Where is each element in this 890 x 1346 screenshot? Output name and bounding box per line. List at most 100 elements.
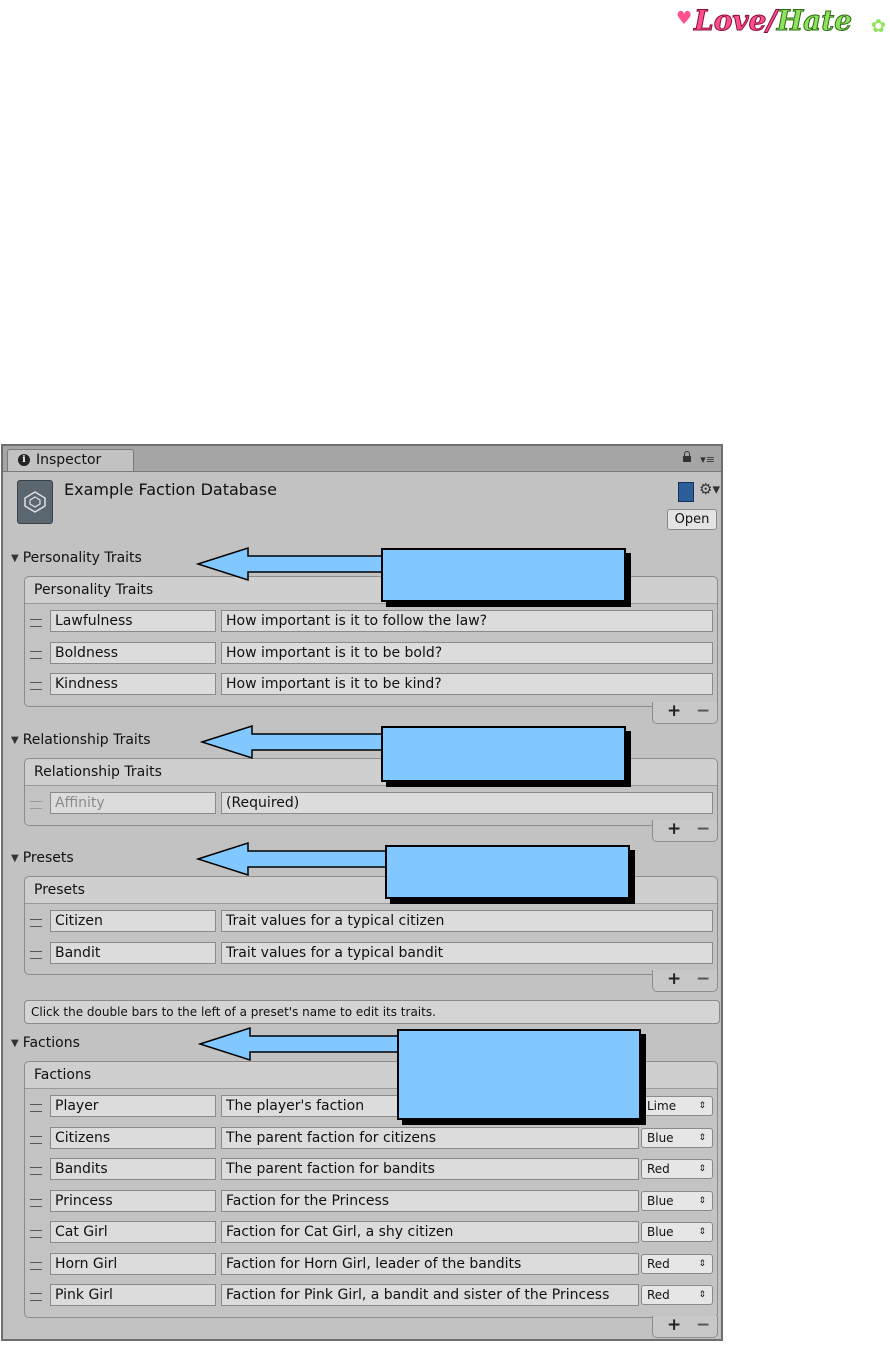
add-remove-controls: + − — [652, 969, 718, 992]
flower-icon: ✿ — [870, 16, 886, 37]
tab-label: Inspector — [36, 452, 102, 468]
drag-handle-icon[interactable] — [30, 1167, 42, 1175]
drag-handle-icon[interactable] — [30, 619, 42, 627]
remove-button[interactable]: − — [696, 1315, 710, 1335]
callout-box — [381, 726, 626, 782]
foldout-arrow-icon: ▼ — [11, 853, 19, 864]
faction-color-select[interactable]: Blue ⇕ — [641, 1127, 713, 1148]
add-button[interactable]: + — [667, 969, 681, 989]
open-button[interactable]: Open — [667, 509, 717, 530]
list-item: Bandit Trait values for a typical bandit — [25, 939, 717, 971]
faction-color-select[interactable]: Blue ⇕ — [641, 1222, 713, 1242]
updown-icon: ⇕ — [698, 1195, 706, 1206]
faction-description-field[interactable]: Faction for the Princess — [221, 1189, 639, 1212]
drag-handle-icon[interactable] — [30, 950, 42, 959]
faction-name-field[interactable]: Horn Girl — [50, 1252, 216, 1275]
drag-handle-icon[interactable] — [30, 919, 42, 927]
list-item: Kindness How important is it to be kind? — [25, 670, 717, 702]
faction-color-select[interactable]: Blue ⇕ — [641, 1190, 713, 1211]
list-item: Princess Faction for the Princess Blue ⇕ — [25, 1187, 717, 1219]
add-remove-controls: + − — [652, 819, 718, 842]
info-icon: i — [18, 454, 30, 466]
trait-name-field[interactable]: Kindness — [50, 673, 216, 695]
trait-name-field[interactable]: Lawfulness — [50, 610, 216, 632]
faction-name-field[interactable]: Citizens — [50, 1126, 216, 1149]
faction-name-field[interactable]: Player — [50, 1095, 216, 1117]
preset-description-field[interactable]: Trait values for a typical citizen — [221, 910, 713, 932]
faction-name-field[interactable]: Pink Girl — [50, 1284, 216, 1306]
asset-header: Example Faction Database ⚙▾ Open — [3, 472, 721, 542]
foldout-relationship-traits[interactable]: ▼ Relationship Traits — [11, 732, 151, 748]
unity-asset-icon — [17, 480, 53, 524]
list-item: Affinity (Required) — [25, 789, 717, 821]
faction-color-select[interactable]: Lime ⇕ — [641, 1096, 713, 1116]
preset-name-field[interactable]: Bandit — [50, 941, 216, 964]
left-arrow-icon — [196, 546, 385, 582]
foldout-factions[interactable]: ▼ Factions — [11, 1035, 80, 1051]
left-arrow-icon — [200, 724, 385, 760]
tab-bar: i Inspector ▾≡ — [3, 446, 721, 472]
faction-description-field[interactable]: Faction for Pink Girl, a bandit and sist… — [221, 1284, 639, 1306]
remove-button[interactable]: − — [696, 701, 710, 721]
trait-name-field: Affinity — [50, 792, 216, 814]
heart-icon: ♥ — [676, 8, 693, 29]
updown-icon: ⇕ — [698, 1132, 706, 1143]
remove-button[interactable]: − — [696, 819, 710, 839]
help-book-icon[interactable] — [678, 482, 694, 502]
add-button[interactable]: + — [667, 1315, 681, 1335]
add-remove-controls: + − — [652, 701, 718, 724]
preset-name-field[interactable]: Citizen — [50, 910, 216, 932]
updown-icon: ⇕ — [698, 1227, 706, 1237]
list-item: Cat Girl Faction for Cat Girl, a shy cit… — [25, 1218, 717, 1250]
callout-box — [397, 1029, 641, 1120]
foldout-personality-traits[interactable]: ▼ Personality Traits — [11, 550, 142, 566]
tab-tools: ▾≡ — [682, 451, 715, 466]
drag-handle-icon[interactable] — [30, 1198, 42, 1207]
left-arrow-icon — [198, 1026, 401, 1062]
tab-inspector[interactable]: i Inspector — [7, 449, 134, 471]
trait-description-field[interactable]: How important is it to be kind? — [221, 673, 713, 695]
updown-icon: ⇕ — [698, 1164, 706, 1174]
list-item: Horn Girl Faction for Horn Girl, leader … — [25, 1250, 717, 1282]
menu-icon[interactable]: ▾≡ — [700, 453, 715, 466]
faction-name-field[interactable]: Princess — [50, 1189, 216, 1212]
drag-handle-icon[interactable] — [30, 801, 42, 809]
callout-box — [385, 845, 630, 899]
drag-handle-icon[interactable] — [30, 682, 42, 690]
drag-handle-icon[interactable] — [30, 1293, 42, 1301]
drag-handle-icon[interactable] — [30, 650, 42, 659]
faction-description-field[interactable]: Faction for Cat Girl, a shy citizen — [221, 1221, 639, 1243]
drag-handle-icon[interactable] — [30, 1230, 42, 1238]
remove-button[interactable]: − — [696, 969, 710, 989]
callout-box — [381, 548, 626, 602]
trait-description-field: (Required) — [221, 792, 713, 814]
faction-name-field[interactable]: Cat Girl — [50, 1221, 216, 1243]
trait-description-field[interactable]: How important is it to be bold? — [221, 641, 713, 664]
add-remove-controls: + − — [652, 1315, 718, 1338]
logo-text: Love/Hate — [693, 4, 853, 38]
faction-description-field[interactable]: Faction for Horn Girl, leader of the ban… — [221, 1252, 639, 1275]
foldout-presets[interactable]: ▼ Presets — [11, 850, 74, 866]
faction-name-field[interactable]: Bandits — [50, 1158, 216, 1180]
foldout-arrow-icon: ▼ — [11, 1038, 19, 1049]
list-item: Citizens The parent faction for citizens… — [25, 1124, 717, 1156]
love-hate-logo: ♥ Love/Hate ✿ — [676, 4, 886, 48]
list-item: Bandits The parent faction for bandits R… — [25, 1155, 717, 1187]
foldout-arrow-icon: ▼ — [11, 735, 19, 746]
drag-handle-icon[interactable] — [30, 1261, 42, 1270]
add-button[interactable]: + — [667, 819, 681, 839]
preset-description-field[interactable]: Trait values for a typical bandit — [221, 941, 713, 964]
faction-color-select[interactable]: Red ⇕ — [641, 1159, 713, 1179]
drag-handle-icon[interactable] — [30, 1104, 42, 1112]
lock-icon[interactable] — [682, 451, 691, 462]
trait-description-field[interactable]: How important is it to follow the law? — [221, 610, 713, 632]
drag-handle-icon[interactable] — [30, 1135, 42, 1144]
faction-color-select[interactable]: Red ⇕ — [641, 1253, 713, 1274]
faction-description-field[interactable]: The parent faction for citizens — [221, 1126, 639, 1149]
faction-description-field[interactable]: The parent faction for bandits — [221, 1158, 639, 1180]
faction-color-select[interactable]: Red ⇕ — [641, 1285, 713, 1305]
add-button[interactable]: + — [667, 701, 681, 721]
trait-name-field[interactable]: Boldness — [50, 641, 216, 664]
gear-icon[interactable]: ⚙▾ — [699, 480, 720, 498]
updown-icon: ⇕ — [698, 1290, 706, 1300]
